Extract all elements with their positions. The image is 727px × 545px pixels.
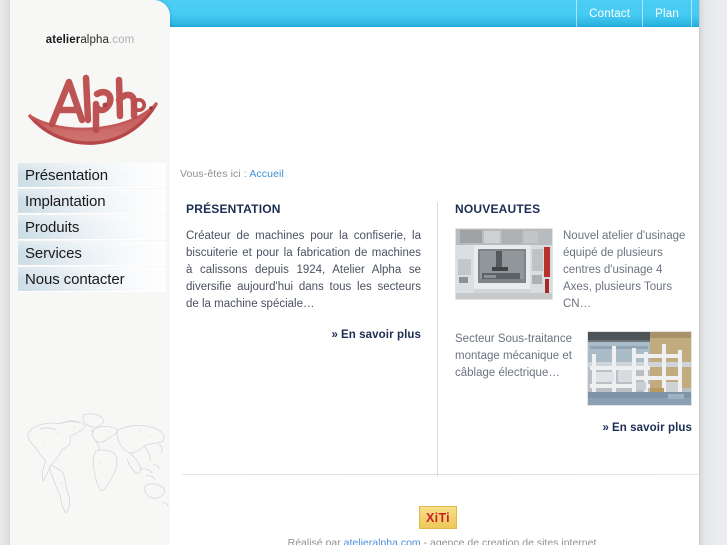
brand-part-alpha: alpha	[80, 34, 109, 46]
workshop-assembly-photo[interactable]	[587, 331, 692, 406]
photo-illustration	[588, 332, 691, 405]
chevron-right-icon: »	[602, 422, 609, 434]
alpha-logo[interactable]	[22, 58, 162, 153]
chevron-right-icon: »	[331, 329, 338, 341]
top-nav-link-contact[interactable]: Contact	[577, 0, 642, 27]
news-item-text: Nouvel atelier d'usinage équipé de plusi…	[563, 230, 686, 310]
footer-credit-link[interactable]: atelieralpha.com	[344, 537, 421, 545]
nouveautes-more-label: En savoir plus	[611, 422, 692, 434]
presentation-more-link[interactable]: » En savoir plus	[186, 329, 421, 341]
breadcrumb-link-accueil[interactable]: Accueil	[249, 168, 284, 180]
sidebar-item-nous-contacter[interactable]: Nous contacter	[18, 267, 166, 292]
cnc-machining-center-photo[interactable]	[455, 228, 553, 300]
page-root: Contact Plan atelieralpha.com Présentati…	[0, 0, 727, 545]
footer-credit-suffix: - agence de creation de sites internet	[420, 537, 597, 545]
presentation-column: PRÉSENTATION Créateur de machines pour l…	[186, 202, 421, 341]
footer-credit: Réalisé par atelieralpha.com - agence de…	[182, 537, 702, 545]
news-item-text: Secteur Sous-traitance montage mécanique…	[455, 333, 572, 379]
breadcrumb: Vous-êtes ici : Accueil	[180, 168, 284, 180]
nouveautes-title: NOUVEAUTES	[455, 202, 541, 216]
footer-divider	[182, 474, 715, 475]
main-content: Vous-êtes ici : Accueil PRÉSENTATION Cré…	[170, 27, 700, 545]
world-map-watermark	[22, 403, 170, 523]
brand-wordmark: atelieralpha.com	[10, 34, 170, 46]
page-left-strip	[0, 0, 10, 545]
sidebar-item-label: Produits	[25, 218, 80, 236]
presentation-more-label: En savoir plus	[340, 329, 421, 341]
news-item: Nouvel atelier d'usinage équipé de plusi…	[455, 228, 692, 313]
nouveautes-more-link[interactable]: » En savoir plus	[455, 422, 692, 434]
sidebar-item-label: Services	[25, 244, 82, 262]
top-nav-divider	[691, 0, 692, 27]
brand-part-atelier: atelier	[45, 34, 81, 46]
brand-part-domain: .com	[108, 34, 135, 46]
photo-illustration	[456, 229, 552, 299]
sidebar-item-label: Présentation	[25, 166, 109, 184]
world-map-icon	[27, 413, 169, 514]
alpha-logo-icon	[28, 74, 158, 145]
sidebar-item-produits[interactable]: Produits	[18, 215, 166, 240]
sidebar: atelieralpha.com Présentation Implantati…	[10, 0, 170, 545]
xiti-badge[interactable]: XiTi	[419, 506, 457, 529]
sidebar-item-services[interactable]: Services	[18, 241, 166, 266]
presentation-body: Créateur de machines pour la confiserie,…	[186, 230, 421, 310]
breadcrumb-prefix: Vous-êtes ici :	[180, 168, 247, 180]
top-navigation: Contact Plan	[576, 0, 692, 27]
page-right-gutter	[700, 0, 727, 545]
sidebar-item-presentation[interactable]: Présentation	[18, 163, 166, 188]
presentation-title: PRÉSENTATION	[186, 202, 281, 216]
xiti-label: XiTi	[426, 510, 450, 525]
sidebar-navigation: Présentation Implantation Produits Servi…	[18, 163, 166, 293]
sidebar-item-label: Implantation	[25, 192, 106, 210]
sidebar-item-label: Nous contacter	[25, 270, 125, 288]
footer-credit-prefix: Réalisé par	[287, 537, 344, 545]
column-divider	[437, 202, 438, 477]
nouveautes-column: NOUVEAUTES Nouvel atelier d'usinage équi…	[455, 202, 692, 434]
news-item: Secteur Sous-traitance montage mécanique…	[455, 331, 692, 406]
top-nav-link-plan[interactable]: Plan	[643, 0, 691, 27]
sidebar-item-implantation[interactable]: Implantation	[18, 189, 166, 214]
